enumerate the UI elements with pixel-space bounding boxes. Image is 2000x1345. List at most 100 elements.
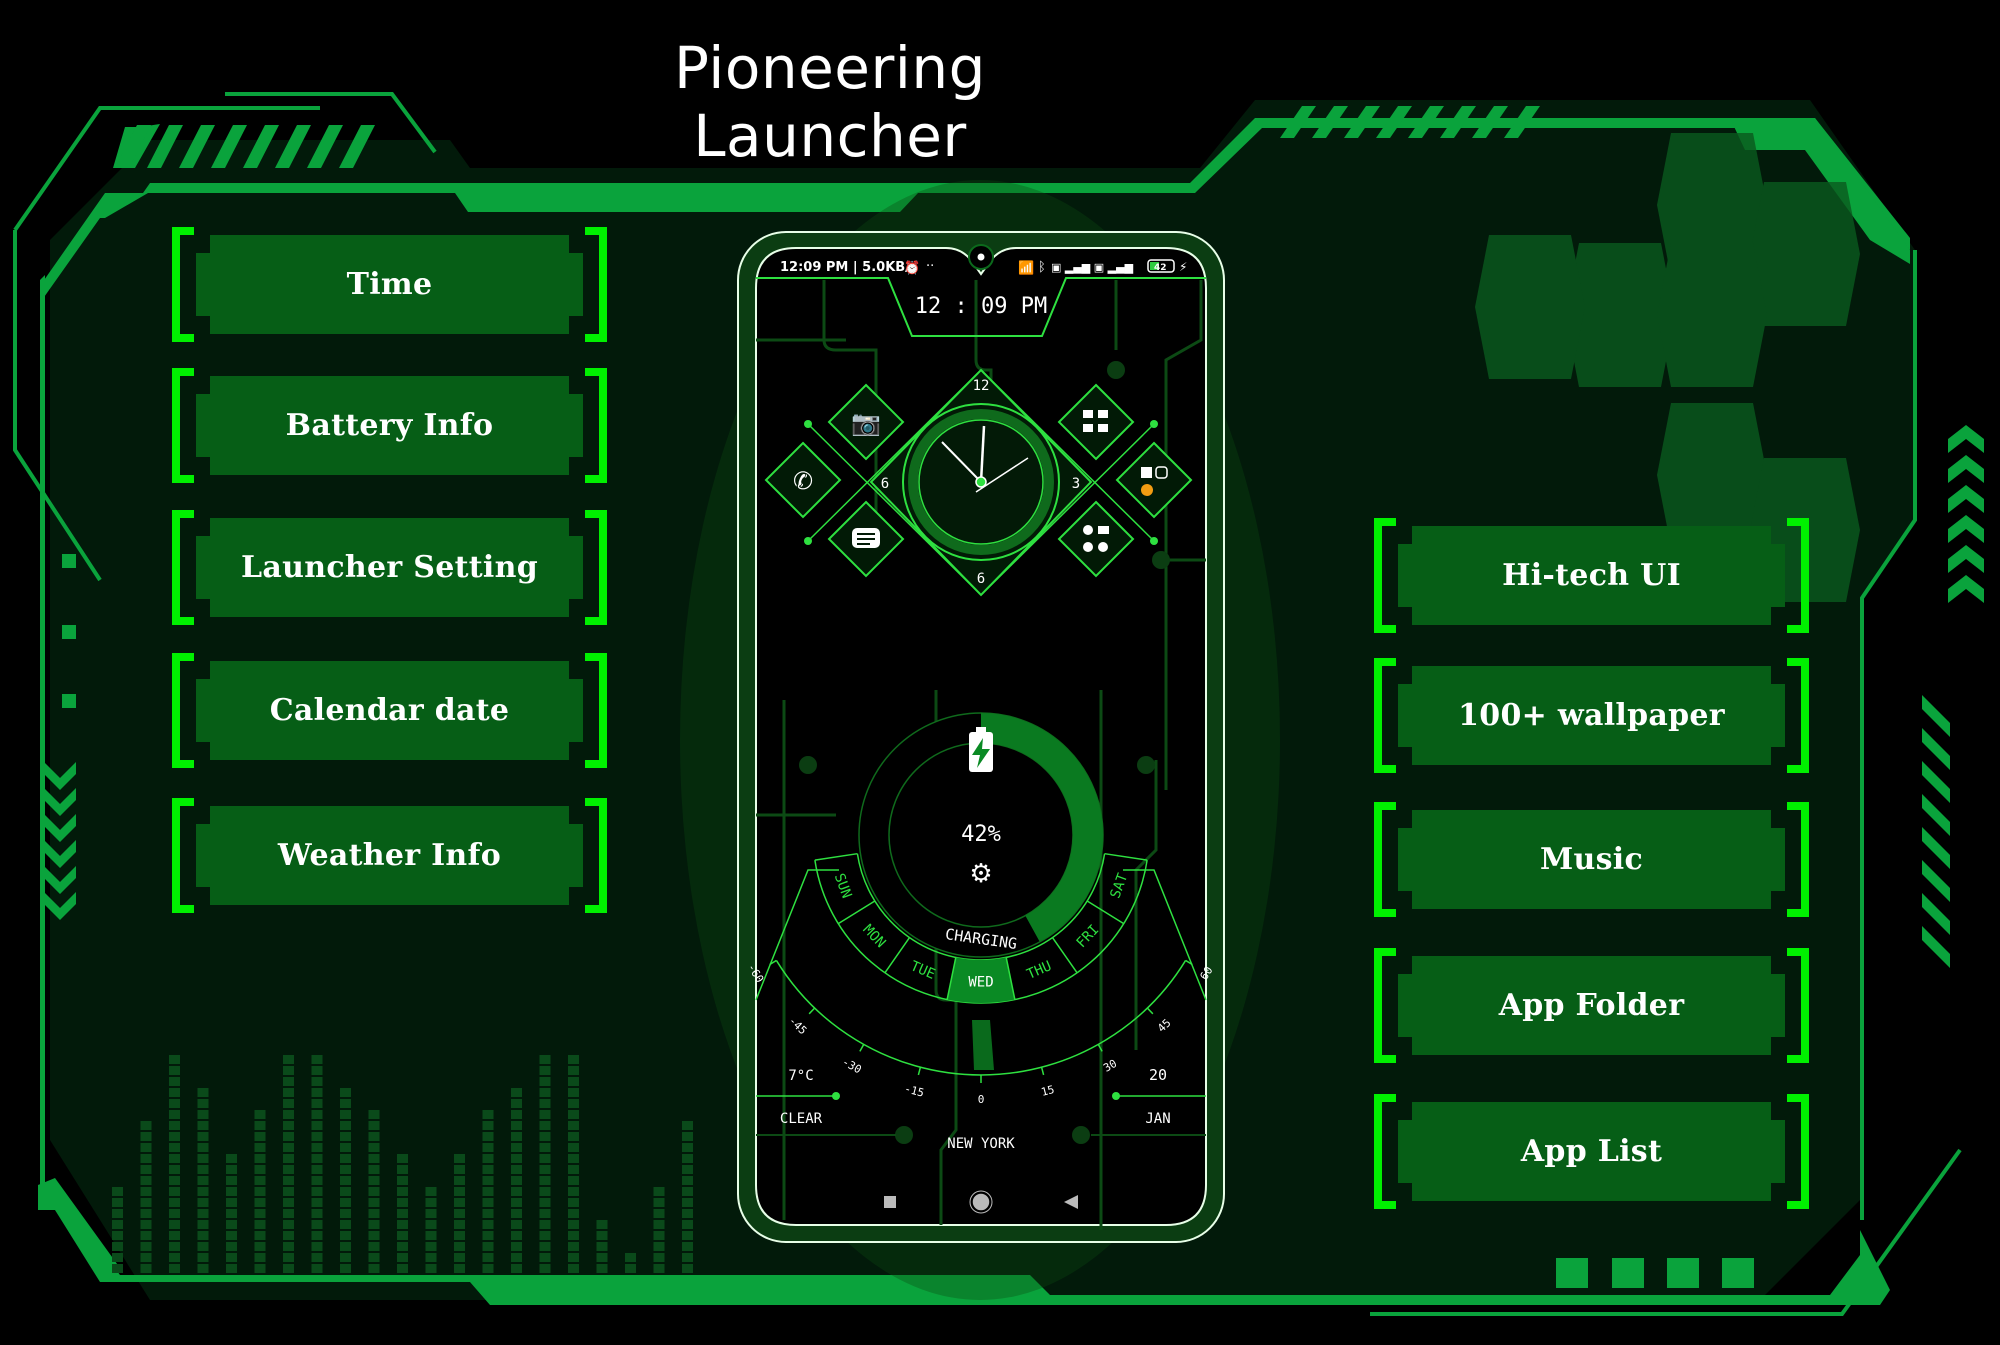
eq-cell (311, 1110, 323, 1119)
weekday-label: WED (968, 975, 993, 991)
eq-cell (283, 1242, 294, 1251)
eq-cell (254, 1209, 266, 1218)
eq-cell (568, 1198, 579, 1207)
eq-cell (682, 1165, 693, 1174)
eq-cell (511, 1165, 522, 1174)
eq-cell (482, 1176, 494, 1185)
eq-cell (283, 1077, 294, 1086)
eq-cell (625, 1253, 636, 1262)
button-label: Calendar date (269, 693, 510, 728)
eq-cell (596, 1220, 608, 1229)
eq-cell (511, 1154, 522, 1163)
eq-cell (340, 1165, 351, 1174)
eq-cell (169, 1220, 180, 1229)
chevron (1948, 515, 1984, 543)
eq-cell (169, 1242, 180, 1251)
home-button[interactable] (971, 1192, 991, 1212)
battery-info-button[interactable]: Battery Info (172, 368, 607, 483)
eq-cell (482, 1165, 494, 1174)
eq-cell (539, 1055, 551, 1064)
eq-cell (454, 1231, 465, 1240)
eq-cell (254, 1132, 266, 1141)
eq-cell (340, 1132, 351, 1141)
button-label: Battery Info (285, 408, 494, 443)
weather-city: NEW YORK (947, 1136, 1015, 1152)
eq-cell (397, 1198, 408, 1207)
eq-cell (511, 1264, 522, 1273)
hexagon (1657, 243, 1767, 387)
eq-cell (511, 1231, 522, 1240)
eq-cell (311, 1066, 323, 1075)
eq-cell (254, 1253, 266, 1262)
eq-cell (140, 1176, 152, 1185)
stripe (1922, 893, 1950, 935)
clock-label-12: 12 (973, 378, 990, 394)
eq-cell (340, 1187, 351, 1196)
eq-cell (254, 1165, 266, 1174)
eq-cell (568, 1209, 579, 1218)
eq-cell (368, 1187, 380, 1196)
eq-cell (197, 1209, 209, 1218)
eq-cell (454, 1154, 465, 1163)
eq-cell (425, 1220, 437, 1229)
eq-cell (568, 1176, 579, 1185)
eq-cell (311, 1209, 323, 1218)
eq-cell (568, 1132, 579, 1141)
eq-cell (226, 1220, 237, 1229)
eq-cell (653, 1187, 665, 1196)
eq-cell (283, 1099, 294, 1108)
app-list-button[interactable]: App List (1374, 1094, 1809, 1209)
eq-cell (140, 1198, 152, 1207)
eq-cell (340, 1253, 351, 1262)
eq-cell (454, 1220, 465, 1229)
eq-cell (283, 1209, 294, 1218)
clock-label-3: 3 (1072, 476, 1080, 492)
eq-cell (596, 1264, 608, 1273)
svg-text:📷: 📷 (851, 409, 881, 437)
eq-cell (140, 1187, 152, 1196)
eq-cell (482, 1187, 494, 1196)
eq-cell (682, 1209, 693, 1218)
hi-tech-ui-button[interactable]: Hi-tech UI (1374, 518, 1809, 633)
eq-cell (311, 1099, 323, 1108)
eq-cell (682, 1143, 693, 1152)
launcher-setting-button[interactable]: Launcher Setting (172, 510, 607, 625)
stripe (1922, 827, 1950, 869)
music-button[interactable]: Music (1374, 802, 1809, 917)
eq-cell (425, 1264, 437, 1273)
eq-cell (254, 1187, 266, 1196)
eq-cell (368, 1154, 380, 1163)
eq-cell (682, 1253, 693, 1262)
eq-cell (368, 1253, 380, 1262)
eq-cell (254, 1154, 266, 1163)
eq-cell (397, 1187, 408, 1196)
eq-cell (283, 1154, 294, 1163)
eq-cell (254, 1220, 266, 1229)
eq-cell (112, 1253, 123, 1262)
eq-cell (568, 1066, 579, 1075)
battery-percent: 42% (961, 822, 1001, 847)
time-button[interactable]: Time (172, 227, 607, 342)
settings-gear-icon[interactable]: ⚙ (969, 859, 992, 889)
eq-cell (653, 1209, 665, 1218)
recents-button[interactable] (884, 1196, 896, 1208)
calendar-date-button[interactable]: Calendar date (172, 653, 607, 768)
eq-cell (169, 1154, 180, 1163)
eq-cell (482, 1242, 494, 1251)
wallpaper-button[interactable]: 100+ wallpaper (1374, 658, 1809, 773)
weather-info-button[interactable]: Weather Info (172, 798, 607, 913)
eq-cell (254, 1110, 266, 1119)
eq-cell (653, 1231, 665, 1240)
eq-cell (226, 1154, 237, 1163)
chevron (1948, 485, 1984, 513)
eq-cell (197, 1154, 209, 1163)
eq-cell (397, 1220, 408, 1229)
eq-cell (539, 1198, 551, 1207)
app-folder-button[interactable]: App Folder (1374, 948, 1809, 1063)
eq-cell (112, 1231, 123, 1240)
eq-cell (340, 1176, 351, 1185)
eq-cell (226, 1242, 237, 1251)
eq-cell (682, 1121, 693, 1130)
eq-cell (197, 1264, 209, 1273)
eq-cell (511, 1220, 522, 1229)
